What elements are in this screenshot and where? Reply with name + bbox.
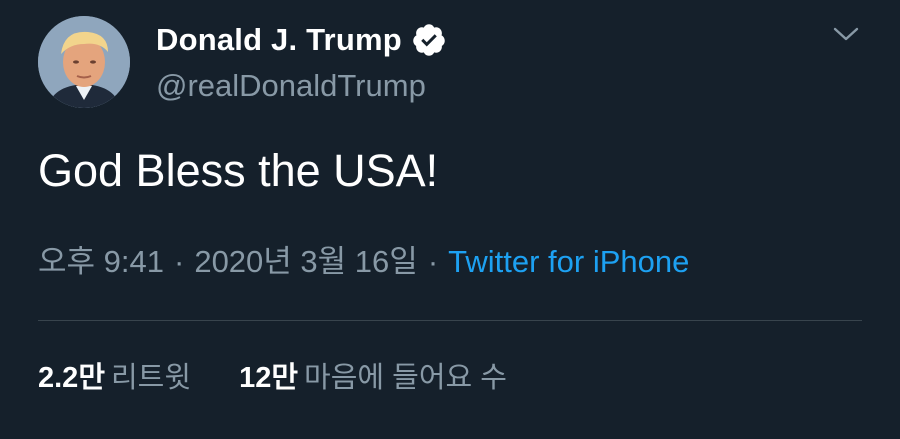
tweet-time[interactable]: 오후 9:41: [38, 244, 164, 279]
tweet-date[interactable]: 2020년 3월 16일: [194, 244, 417, 279]
tweet-text: God Bless the USA!: [38, 145, 439, 196]
retweet-count: 2.2만: [38, 362, 105, 394]
like-count: 12만: [239, 362, 299, 394]
tweet-source-link[interactable]: Twitter for iPhone: [448, 244, 689, 279]
retweet-label: 리트윗: [111, 362, 192, 394]
separator-dot: ·: [174, 244, 185, 279]
retweet-stat[interactable]: 2.2만 리트윗: [38, 362, 191, 394]
tweet-stats: 2.2만 리트윗 12만 마음에 들어요 수: [38, 358, 507, 398]
chevron-down-icon[interactable]: [832, 22, 860, 46]
tweet-metadata: 오후 9:41 · 2020년 3월 16일 · Twitter for iPhone: [38, 242, 689, 282]
separator-dot: ·: [427, 244, 439, 279]
like-label: 마음에 들어요 수: [304, 362, 507, 394]
divider: [38, 320, 862, 321]
verified-badge-icon: [413, 24, 445, 56]
display-name[interactable]: Donald J. Trump: [156, 22, 402, 58]
author-handle[interactable]: @realDonaldTrump: [156, 66, 426, 106]
tweet-card: Donald J. Trump @realDonaldTrump God Ble…: [0, 0, 900, 439]
avatar[interactable]: [38, 16, 130, 108]
author-name-row[interactable]: Donald J. Trump: [156, 20, 447, 60]
like-stat[interactable]: 12만 마음에 들어요 수: [239, 362, 507, 394]
